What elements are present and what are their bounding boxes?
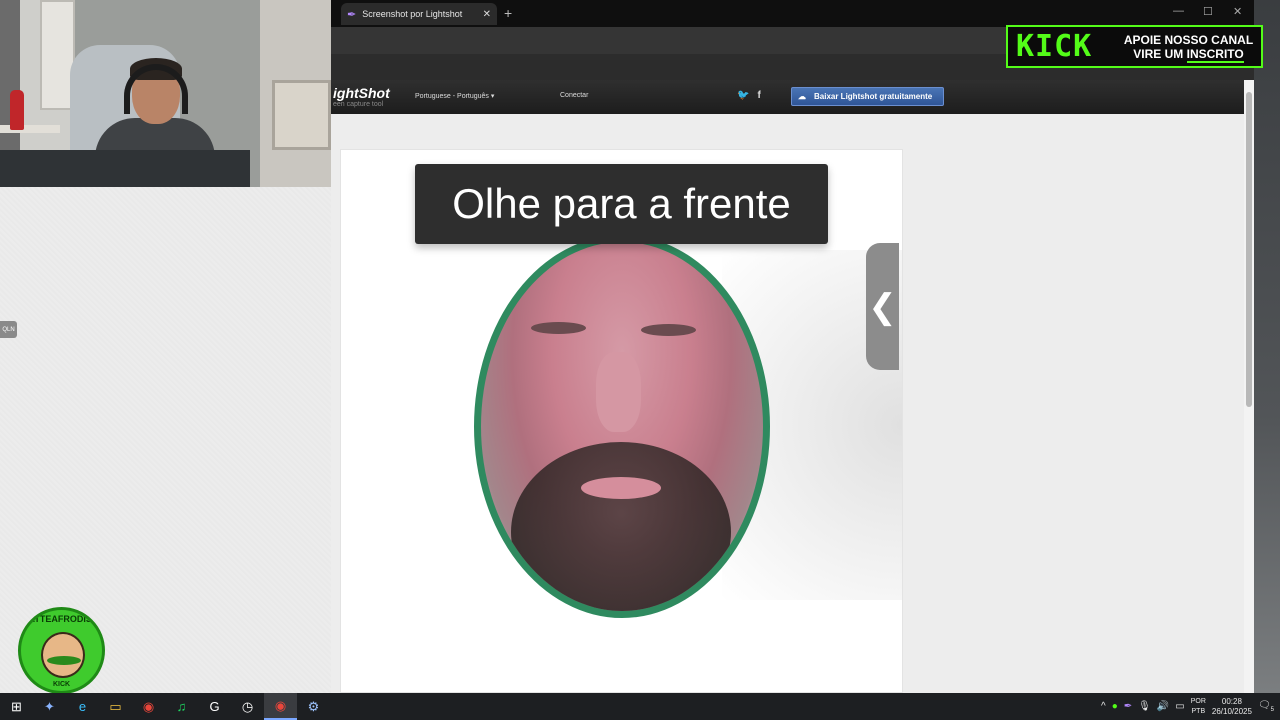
network-icon[interactable]: ▭ [1175, 701, 1184, 712]
face-lips [581, 477, 661, 499]
desktop-edge [1254, 0, 1280, 693]
chevron-down-icon: ▾ [490, 93, 495, 100]
browser-window: ✒ Screenshot por Lightshot ✕ + — ☐ ✕ igh… [331, 0, 1254, 693]
webcam-shelf [0, 125, 60, 133]
clock-time: 00:28 [1221, 696, 1242, 706]
webcam-fireplace [272, 80, 331, 150]
new-tab-button[interactable]: + [504, 5, 512, 21]
face-nose [596, 352, 641, 432]
chrome-active-icon[interactable]: ◉ [264, 693, 297, 720]
badge-kick-text: KICK [52, 681, 71, 688]
page-scrollbar[interactable] [1244, 80, 1254, 693]
scrollbar-thumb[interactable] [1246, 92, 1252, 407]
badge-mustache [47, 656, 81, 665]
tab-title: Screenshot por Lightshot [362, 9, 463, 19]
windows-taskbar: ⊞ ✦ e ▭ ◉ ♫ G ◷ ◉ ⚙ ^ ● ✒ 🎙 🔊 ▭ POR PTB … [0, 693, 1280, 720]
tab-lightshot[interactable]: ✒ Screenshot por Lightshot ✕ [341, 3, 497, 25]
microphone-icon[interactable]: 🎙 [1138, 701, 1151, 712]
tab-strip: ✒ Screenshot por Lightshot ✕ + — ☐ ✕ [331, 0, 1254, 27]
clock[interactable]: 00:28 26/10/2025 [1212, 697, 1252, 717]
language-label: Portuguese - Português [415, 93, 489, 100]
tray-feather-icon[interactable]: ✒ [1124, 701, 1132, 712]
badge-ring-text: MATTEAFRODISIACO [21, 614, 105, 624]
webcam-bottle [10, 90, 24, 130]
lightshot-page: Olhe para a frente ❮ [331, 114, 1244, 693]
kick-banner-line1: APOIE NOSSO CANAL [1123, 32, 1254, 47]
lightshot-tagline: een capture tool [333, 101, 384, 108]
connect-link[interactable]: Conectar [560, 92, 588, 99]
chevron-left-icon[interactable]: ❮ [866, 243, 899, 370]
maximize-icon[interactable]: ☐ [1203, 5, 1213, 18]
face-beard [511, 442, 731, 611]
cloud-download-icon: ☁ [798, 92, 806, 101]
steam-icon[interactable]: ⚙ [297, 693, 330, 720]
social-links: 🐦 f [737, 90, 761, 101]
tab-close-icon[interactable]: ✕ [483, 9, 491, 20]
notification-icon[interactable]: 🗨5 [1258, 700, 1274, 713]
download-button-label: Baixar Lightshot gratuitamente [814, 92, 933, 101]
volume-icon[interactable]: 🔊 [1157, 701, 1169, 712]
twitter-icon[interactable]: 🐦 [737, 90, 749, 101]
webcam-desk [0, 150, 250, 187]
minimize-icon[interactable]: — [1173, 5, 1184, 17]
screenshot-image: Olhe para a frente ❮ [340, 149, 903, 693]
tray-app-icon[interactable]: ● [1112, 701, 1118, 712]
kick-logo: KICK [1016, 29, 1093, 64]
notification-count: 5 [1270, 707, 1274, 713]
spotify-icon[interactable]: ♫ [165, 693, 198, 720]
lang-line1: POR [1190, 697, 1206, 705]
language-select[interactable]: Portuguese - Português ▾ [415, 92, 494, 100]
lightshot-header: ightShot een capture tool Portuguese - P… [331, 80, 1244, 114]
face-eye-left [531, 322, 586, 334]
facebook-icon[interactable]: f [757, 90, 760, 101]
window-close-icon[interactable]: ✕ [1233, 5, 1242, 18]
input-language[interactable]: POR PTB [1191, 697, 1206, 717]
system-tray: ^ ● ✒ 🎙 🔊 ▭ POR PTB 00:28 26/10/2025 🗨5 [1101, 693, 1280, 720]
lang-line2: PTB [1191, 707, 1206, 715]
webcam-overlay [0, 0, 331, 187]
file-explorer-icon[interactable]: ▭ [99, 693, 132, 720]
windows-start-icon[interactable]: ⊞ [0, 693, 33, 720]
chevron-up-icon[interactable]: ^ [1101, 701, 1106, 712]
logitech-g-icon[interactable]: G [198, 693, 231, 720]
chrome-icon[interactable]: ◉ [132, 693, 165, 720]
copilot-icon[interactable]: ✦ [33, 693, 66, 720]
kick-banner-text: APOIE NOSSO CANAL VIRE UM INSCRITO [1116, 32, 1261, 63]
face-prompt: Olhe para a frente [415, 164, 828, 244]
lightshot-feather-icon: ✒ [347, 8, 357, 21]
qln-tab[interactable]: QLN [0, 321, 17, 338]
clock-app-icon[interactable]: ◷ [231, 693, 264, 720]
kick-banner-line2: VIRE UM INSCRITO [1116, 46, 1261, 63]
lightshot-logo[interactable]: ightShot [333, 85, 390, 101]
face-eye-right [641, 324, 696, 336]
download-button[interactable]: ☁ Baixar Lightshot gratuitamente [791, 87, 944, 106]
kick-banner-line2-prefix: VIRE UM [1133, 46, 1187, 61]
streamer-badge-logo: MATTEAFRODISIACO KICK [18, 607, 105, 694]
badge-face-icon [41, 632, 85, 678]
clock-date: 26/10/2025 [1211, 706, 1252, 716]
kick-banner: KICK APOIE NOSSO CANAL VIRE UM INSCRITO [1006, 25, 1263, 68]
edge-icon[interactable]: e [66, 693, 99, 720]
kick-banner-line2-underlined: INSCRITO [1186, 46, 1244, 63]
face-capture-oval [474, 235, 770, 618]
